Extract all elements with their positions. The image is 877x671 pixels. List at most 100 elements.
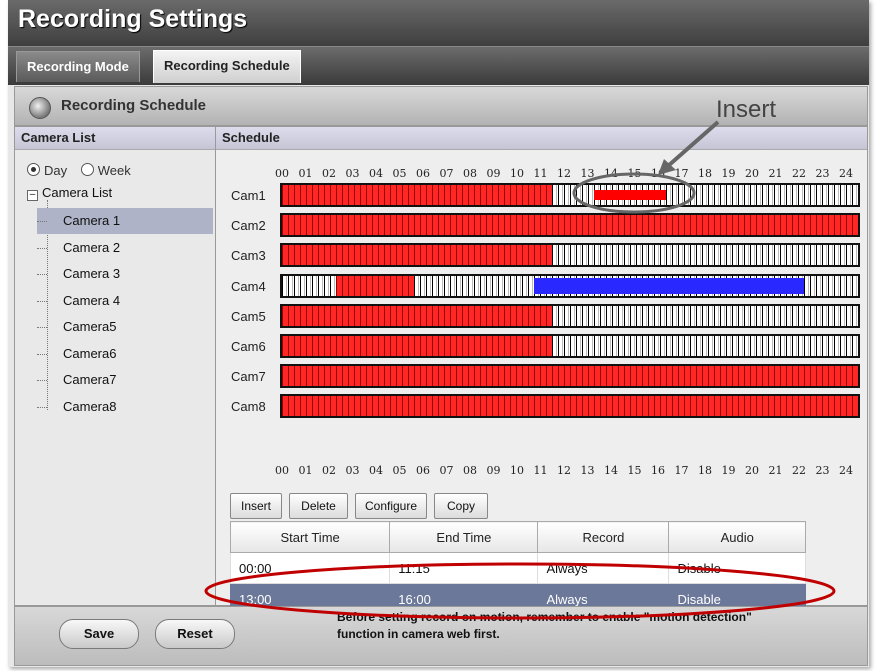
insert-button[interactable]: Insert bbox=[230, 493, 282, 519]
schedule-bar[interactable] bbox=[280, 273, 860, 298]
col-audio[interactable]: Audio bbox=[668, 521, 806, 553]
always-segment[interactable] bbox=[282, 396, 858, 417]
tab-recording-schedule[interactable]: Recording Schedule bbox=[153, 50, 301, 83]
day-option[interactable]: Day bbox=[27, 163, 67, 178]
hour-tick-label: 23 bbox=[815, 464, 830, 477]
tree-branch bbox=[37, 406, 47, 408]
tree-branch bbox=[37, 353, 47, 355]
always-segment[interactable] bbox=[282, 336, 552, 356]
hour-tick-label: 17 bbox=[674, 464, 689, 477]
week-option[interactable]: Week bbox=[80, 163, 131, 178]
hour-tick-label: 03 bbox=[345, 464, 360, 477]
always-segment[interactable] bbox=[282, 245, 552, 266]
camera-list-header: Camera List bbox=[15, 127, 215, 150]
section-title: Recording Schedule bbox=[61, 97, 207, 114]
delete-button[interactable]: Delete bbox=[289, 493, 348, 519]
camera-list-item[interactable]: Camera8 bbox=[37, 394, 213, 420]
copy-button[interactable]: Copy bbox=[434, 493, 488, 519]
hour-tick-label: 11 bbox=[533, 464, 548, 477]
tree-branch bbox=[37, 247, 47, 249]
hour-tick-label: 18 bbox=[698, 464, 712, 477]
day-label: Day bbox=[44, 163, 68, 178]
schedule-bar[interactable] bbox=[280, 243, 860, 268]
hour-tick-label: 16 bbox=[651, 464, 665, 477]
schedule-bar[interactable] bbox=[280, 364, 860, 389]
table-row[interactable]: 00:00 11:15 Always Disable bbox=[229, 552, 806, 584]
camera-lens-icon bbox=[29, 97, 51, 119]
hour-tick-label: 14 bbox=[604, 464, 618, 477]
always-segment[interactable] bbox=[282, 215, 858, 236]
radio-day-icon[interactable] bbox=[27, 163, 40, 176]
tree-branch bbox=[37, 300, 47, 302]
camera-name: Camera7 bbox=[63, 372, 117, 387]
hour-tick-label: 21 bbox=[768, 464, 783, 477]
hour-tick-label: 06 bbox=[416, 167, 430, 180]
camera-row-label: Cam2 bbox=[231, 218, 266, 234]
camera-list-item[interactable]: Camera 3 bbox=[37, 261, 213, 287]
collapse-icon[interactable]: – bbox=[27, 190, 38, 201]
camera-list-item[interactable]: Camera 4 bbox=[37, 288, 213, 314]
selected-segment[interactable] bbox=[594, 190, 666, 200]
camera-list-item[interactable]: Camera 1 bbox=[37, 208, 213, 234]
hour-tick-label: 22 bbox=[792, 464, 806, 477]
camera-list-item[interactable]: Camera 2 bbox=[37, 235, 213, 261]
always-segment[interactable] bbox=[282, 305, 552, 326]
tree-branch bbox=[37, 380, 47, 381]
hour-tick-label: 08 bbox=[463, 167, 477, 180]
motion-note-line1: Before setting record on motion, remembe… bbox=[337, 610, 752, 624]
camera-name: Camera8 bbox=[63, 398, 117, 414]
hour-tick-label: 24 bbox=[839, 167, 853, 180]
reset-button[interactable]: Reset bbox=[155, 619, 235, 649]
always-segment[interactable] bbox=[336, 275, 414, 296]
cell-end: 11:15 bbox=[389, 552, 539, 584]
tab-strip: Recording Mode Recording Schedule bbox=[8, 46, 869, 85]
schedule-panel: Schedule 00 01 02 03 04 05 06 07 08 09 10 11 12 13 14 1… bbox=[215, 126, 868, 615]
hour-tick-label: 03 bbox=[345, 167, 360, 180]
hour-tick-label: 02 bbox=[322, 167, 336, 180]
hour-tick-label: 19 bbox=[721, 167, 736, 180]
always-segment[interactable] bbox=[282, 185, 552, 205]
cell-audio: Disable bbox=[668, 552, 806, 584]
tree-branch bbox=[37, 274, 47, 275]
hour-tick-label: 07 bbox=[439, 464, 454, 477]
col-end-time[interactable]: End Time bbox=[389, 521, 539, 553]
schedule-bar[interactable] bbox=[280, 394, 860, 419]
camera-row-label: Cam5 bbox=[231, 308, 266, 324]
hour-tick-label: 17 bbox=[674, 167, 689, 180]
tree-root-label: Camera List bbox=[42, 185, 113, 200]
schedule-bar[interactable] bbox=[280, 303, 860, 328]
hour-tick-label: 02 bbox=[322, 464, 336, 477]
configure-button[interactable]: Configure bbox=[355, 493, 427, 519]
radio-week-icon[interactable] bbox=[80, 163, 94, 176]
camera-list-item[interactable]: Camera5 bbox=[37, 314, 213, 340]
col-record[interactable]: Record bbox=[537, 521, 670, 553]
save-button[interactable]: Save bbox=[59, 619, 139, 649]
hour-tick-label: 13 bbox=[580, 167, 595, 180]
schedule-header: Schedule bbox=[216, 127, 867, 150]
motion-note: Before setting record on motion, remembe… bbox=[337, 609, 752, 643]
hour-tick-label: 08 bbox=[463, 464, 477, 477]
hour-tick-label: 15 bbox=[627, 464, 642, 477]
camera-name: Camera5 bbox=[63, 319, 117, 334]
title-bar: Recording Settings bbox=[8, 0, 869, 46]
hour-tick-label: 23 bbox=[815, 167, 830, 180]
schedule-bar[interactable] bbox=[280, 183, 860, 207]
tab-recording-mode[interactable]: Recording Mode bbox=[16, 51, 140, 82]
schedule-bar[interactable] bbox=[280, 213, 860, 238]
hour-tick-label: 13 bbox=[580, 464, 595, 477]
motion-segment[interactable] bbox=[534, 277, 804, 294]
schedule-table: Start Time End Time Record Audio 00:00 1… bbox=[229, 521, 806, 615]
camera-list-item[interactable]: Camera6 bbox=[37, 341, 213, 367]
always-segment[interactable] bbox=[282, 366, 858, 387]
camera-list-item[interactable]: Camera7 bbox=[37, 367, 213, 393]
hour-tick-label: 09 bbox=[486, 464, 501, 477]
col-start-time[interactable]: Start Time bbox=[229, 521, 391, 553]
footer-bar: Save Reset Before setting record on moti… bbox=[14, 606, 868, 666]
tree-root[interactable]: – Camera List bbox=[27, 185, 112, 201]
camera-row-label: Cam8 bbox=[231, 399, 266, 415]
hour-tick-label: 06 bbox=[416, 464, 430, 477]
hour-tick-label: 20 bbox=[745, 464, 759, 477]
hour-tick-label: 05 bbox=[392, 167, 407, 180]
hour-tick-label: 09 bbox=[486, 167, 501, 180]
schedule-bar[interactable] bbox=[280, 334, 860, 358]
